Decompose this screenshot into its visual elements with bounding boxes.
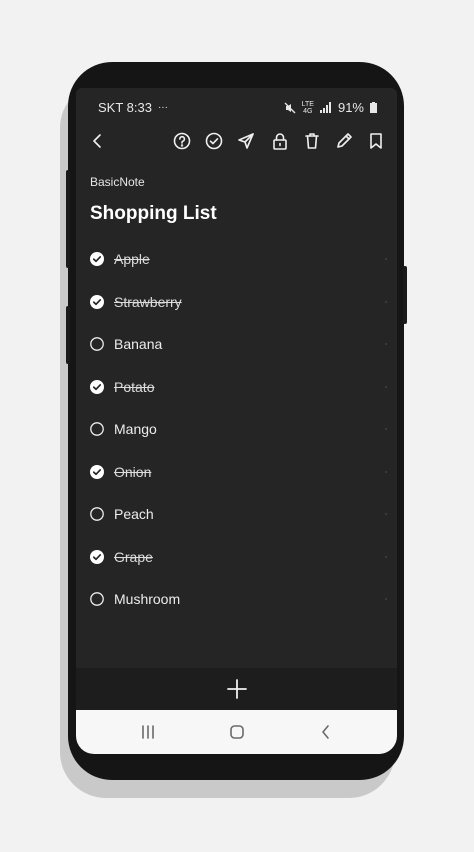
item-label: Mango [114, 421, 157, 437]
list-item[interactable]: Mango [76, 408, 397, 450]
app-name: BasicNote [90, 175, 145, 189]
volume-button [66, 170, 70, 268]
bixby-button [66, 306, 70, 364]
checked-circle-icon[interactable] [90, 294, 104, 309]
send-icon[interactable] [233, 126, 259, 156]
status-bar: SKT 8:33 ··· LTE 4G 91% [76, 88, 397, 128]
item-label: Strawberry [114, 293, 182, 310]
list-item[interactable]: Peach [76, 493, 397, 535]
divider-dot [385, 258, 387, 260]
divider-dot [385, 343, 387, 345]
back-icon[interactable] [306, 718, 346, 746]
battery-icon [370, 102, 377, 113]
toolbar [76, 126, 397, 158]
unchecked-circle-icon[interactable] [90, 422, 104, 436]
bookmark-icon[interactable] [363, 126, 389, 156]
list-item[interactable]: Apple [76, 238, 397, 280]
unchecked-circle-icon[interactable] [90, 592, 104, 606]
item-label: Potato [114, 378, 155, 395]
checked-circle-icon[interactable] [90, 252, 104, 266]
item-label: Peach [114, 506, 154, 522]
divider-dot [385, 385, 387, 388]
item-label: Apple [114, 251, 150, 267]
note-title: Shopping List [90, 203, 217, 224]
divider-dot [385, 513, 387, 515]
network-type: LTE 4G [301, 100, 314, 115]
list-item[interactable]: Grape [76, 536, 397, 578]
list-item[interactable]: Onion [76, 451, 397, 493]
phone-screen: SKT 8:33 ··· LTE 4G 91% BasicNote Shoppi… [76, 88, 397, 754]
list-item[interactable]: Strawberry [76, 281, 397, 323]
mute-icon [284, 102, 296, 113]
plus-icon[interactable] [226, 678, 248, 700]
help-icon[interactable] [169, 126, 195, 156]
carrier-time: SKT 8:33 [98, 100, 152, 115]
pencil-icon[interactable] [331, 126, 357, 156]
checked-circle-icon[interactable] [90, 549, 104, 564]
signal-icon [319, 102, 331, 113]
list-item[interactable]: Mushroom [76, 578, 397, 620]
item-label: Banana [114, 336, 163, 352]
checked-circle-icon[interactable] [90, 379, 104, 394]
item-label: Grape [114, 548, 153, 565]
power-button [403, 266, 407, 324]
divider-dot [385, 598, 387, 600]
home-icon[interactable] [217, 718, 257, 746]
system-nav-bar [76, 710, 397, 754]
unchecked-circle-icon[interactable] [90, 337, 104, 351]
item-label: Onion [114, 463, 152, 480]
list-item[interactable]: Potato [76, 366, 397, 408]
lock-icon[interactable] [267, 126, 293, 156]
battery-percent: 91% [337, 100, 364, 115]
divider-dot [385, 428, 387, 430]
checked-circle-icon[interactable] [90, 464, 104, 479]
list-item[interactable]: Banana [76, 323, 397, 365]
back-arrow-icon[interactable] [85, 126, 111, 156]
recent-apps-icon[interactable] [128, 718, 168, 746]
divider-dot [385, 300, 387, 303]
divider-dot [385, 555, 387, 558]
item-label: Mushroom [114, 591, 181, 607]
bottom-action-bar [76, 668, 397, 710]
trash-icon[interactable] [299, 126, 325, 156]
divider-dot [385, 470, 387, 473]
more-notifications-icon: ··· [157, 102, 168, 113]
unchecked-circle-icon[interactable] [90, 507, 104, 521]
check-circle-icon[interactable] [201, 126, 227, 156]
